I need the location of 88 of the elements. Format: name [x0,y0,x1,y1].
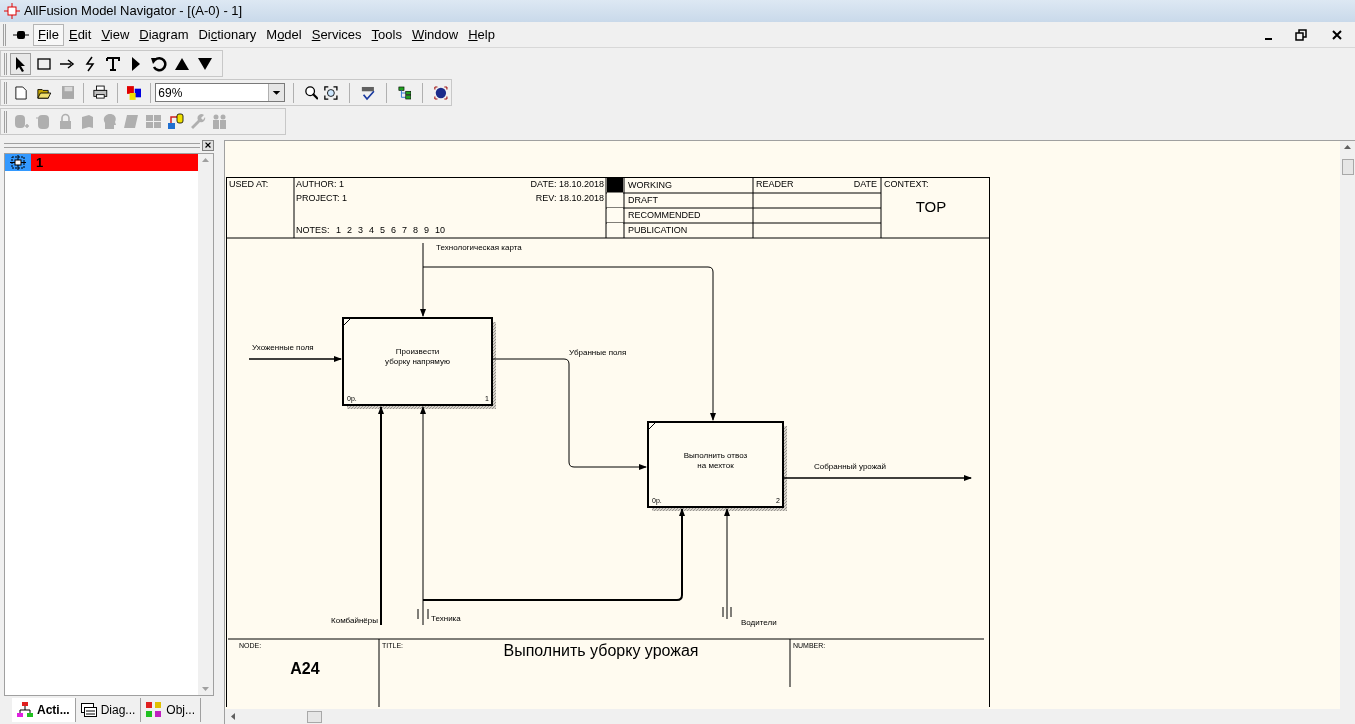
scroll-thumb[interactable] [1341,159,1354,175]
menu-item[interactable]: Diagram [134,23,194,46]
menu-item[interactable]: View [96,23,135,46]
arrow-label: Ухоженные поля [252,343,314,352]
tree-item[interactable]: 1 [5,154,198,171]
arrow-icon [58,58,75,69]
status-label: DRAFT [628,195,658,205]
close-icon[interactable] [202,139,214,151]
context-label: CONTEXT: [884,179,929,189]
status-label: RECOMMENDED [628,210,701,220]
restore-icon[interactable] [1295,28,1307,41]
activity-label: Выполнить отвоз на мехток [683,451,748,470]
zoom-icon[interactable] [304,84,319,101]
scroll-up-icon [1344,145,1351,149]
cylinder-icon [34,113,52,130]
note-number: 2 [347,225,352,235]
scroll-thumb[interactable] [307,710,322,723]
printer-icon[interactable] [93,85,108,100]
window-stack-icon [80,703,97,717]
menu-item[interactable]: File [33,23,64,46]
triangle-up-icon [173,56,190,71]
arrow-label: Собранный урожай [814,462,886,471]
rectangle-icon [36,57,51,70]
scroll-down-icon [202,687,209,691]
zoom-fit-icon[interactable] [324,84,339,101]
note-number: 6 [391,225,396,235]
arrow-label: Техника [431,614,461,623]
note-number: 5 [380,225,385,235]
arrow-label: Убранные поля [569,348,627,357]
status-label: PUBLICATION [628,225,688,235]
transfer-icon [166,113,184,130]
reader-label: READER [756,179,794,189]
menu-item[interactable]: Tools [366,23,407,46]
note-number: 4 [369,225,374,235]
window-title: AllFusion Model Navigator - [(A-0) - 1] [24,2,243,21]
note-number: 9 [424,225,429,235]
used-at-label: USED AT: [229,179,269,189]
scroll-up-icon [202,158,209,162]
vertical-scrollbar[interactable] [198,154,213,695]
play-icon [130,55,141,72]
note-number: 7 [402,225,407,235]
plug-icon [13,29,29,40]
diagram-title: Выполнить уборку урожая [503,642,699,659]
rotate-icon [150,55,167,72]
menu-item[interactable]: Dictionary [193,23,262,46]
grid-icon [144,113,162,130]
close-icon[interactable] [1331,28,1343,41]
new-file-icon[interactable] [14,84,27,101]
note-number: 8 [413,225,418,235]
object-squares-icon [146,702,163,718]
app-logo-icon [4,3,20,19]
scroll-icon [122,113,140,130]
context-value: TOP [915,198,947,215]
reader-date-label: DATE [853,179,877,189]
arrow-label: Комбайнёры [331,616,378,625]
spell-check-icon[interactable] [360,84,375,101]
tree-view-icon[interactable] [397,84,412,101]
scroll-left-icon [231,713,235,720]
panel-tab[interactable]: Acti... [12,698,76,722]
notes-label: NOTES: [296,225,330,235]
arrow-label: Технологическая карта [436,243,522,252]
project-label: PROJECT: 1 [296,193,347,203]
activity-label: Произвести уборку напрямую [385,347,450,366]
text-tool-icon [105,56,120,71]
arrow-label: Водители [741,618,777,627]
database-icon [12,113,30,130]
globe-icon[interactable] [434,84,448,101]
menu-item[interactable]: Help [463,23,500,46]
triangle-down-icon [196,56,213,71]
tool-button[interactable] [10,52,31,75]
people-icon [210,113,228,130]
menu-item[interactable]: Window [406,23,464,46]
note-number: 1 [336,225,341,235]
node-value: A24 [290,660,320,677]
status-label: WORKING [628,180,672,190]
hierarchy-icon [17,702,33,718]
author-label: AUTHOR: 1 [296,179,344,189]
date-label: DATE: 18.10.2018 [530,179,604,189]
menu-item[interactable]: Edit [63,23,97,46]
menu-item[interactable]: Model [261,23,307,46]
note-number: 3 [358,225,363,235]
lightning-icon [83,55,96,72]
color-blocks-icon[interactable] [126,84,142,101]
pointer-icon [14,55,27,72]
menu-item[interactable]: Services [306,23,367,46]
rev-label: REV: 18.10.2018 [535,193,604,203]
zoom-select[interactable]: 69% [155,83,285,102]
note-number: 10 [435,225,445,235]
